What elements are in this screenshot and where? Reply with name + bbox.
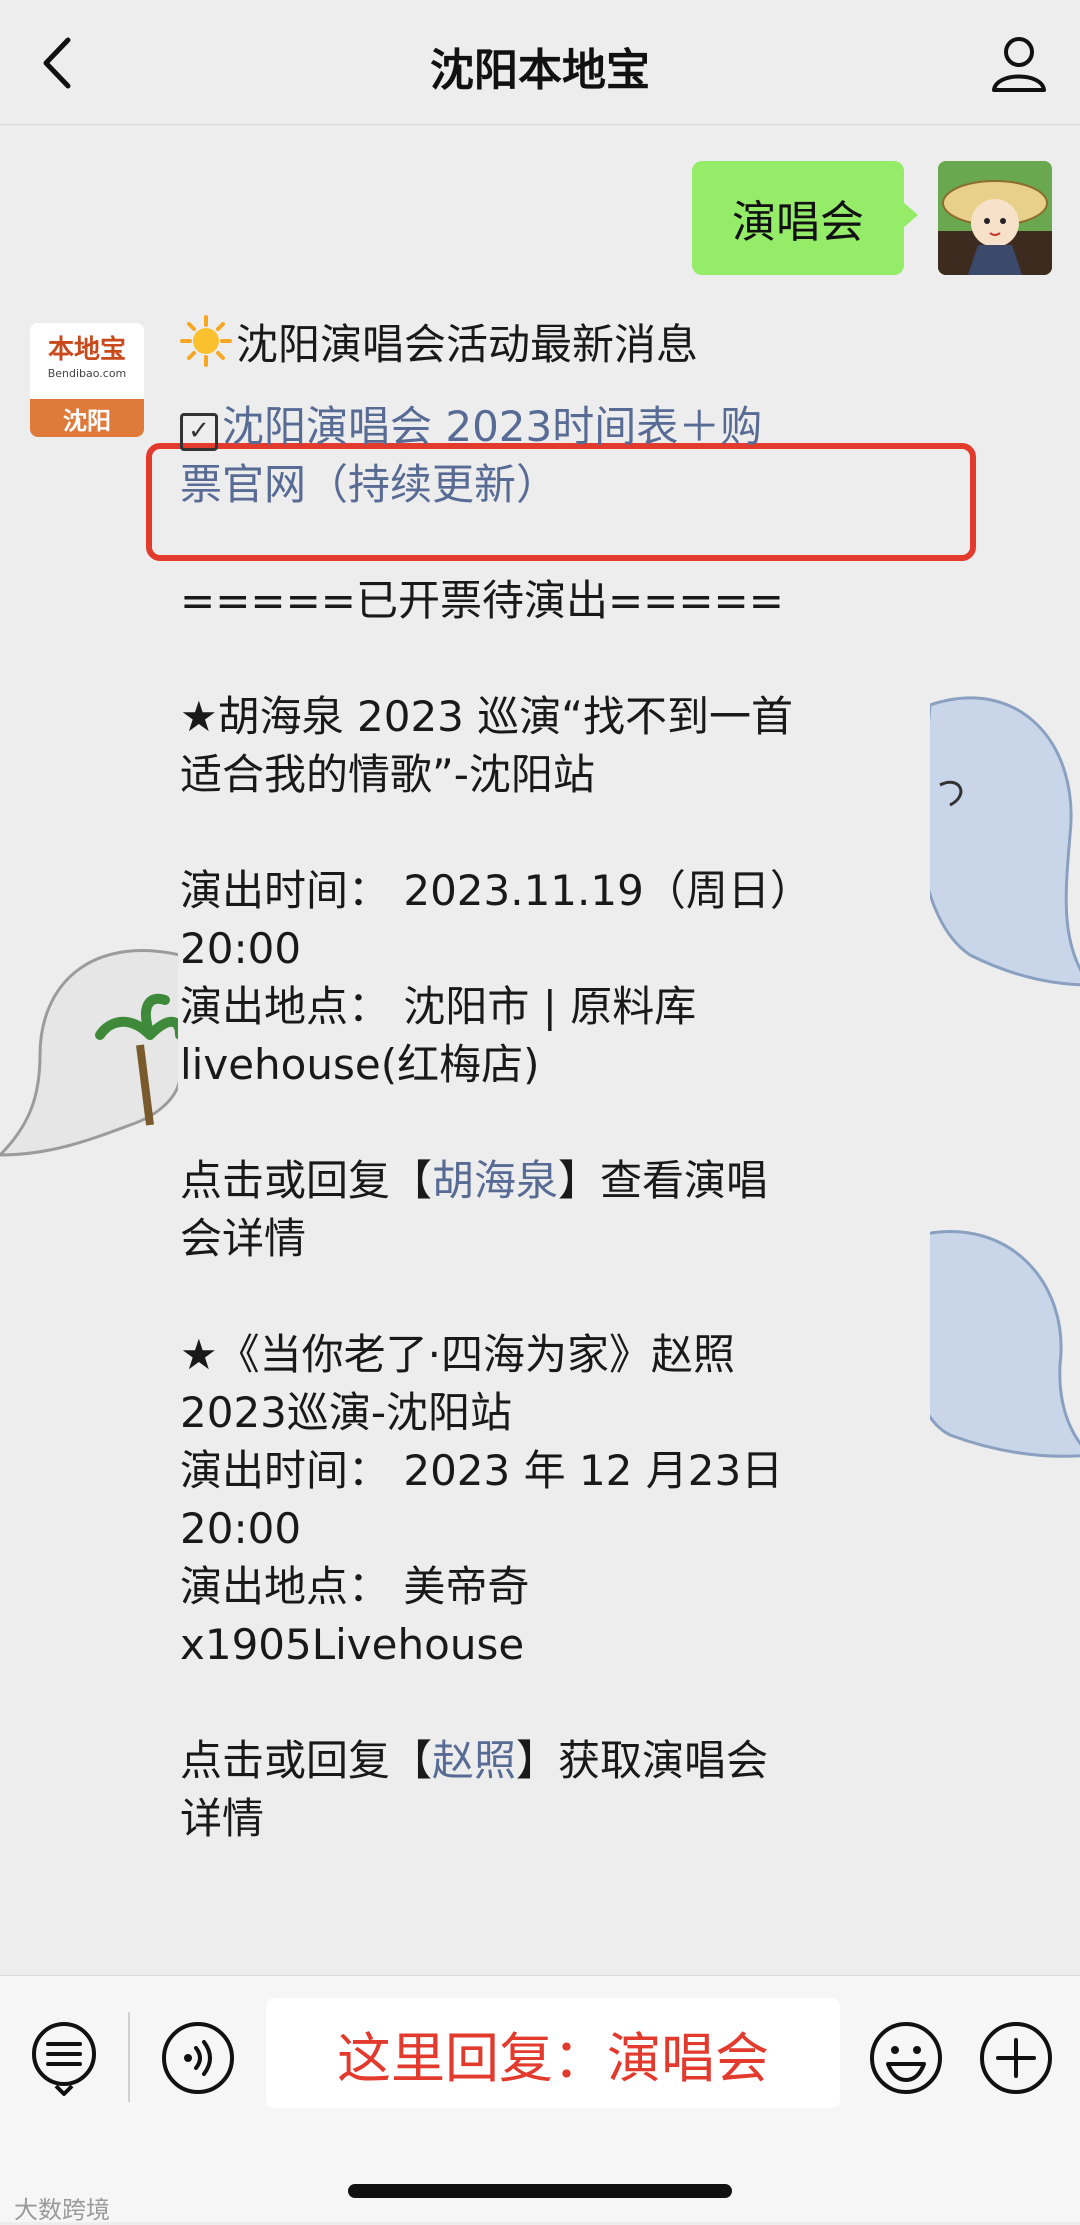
menu-list-icon (32, 2022, 96, 2096)
event2-title-line2: 2023巡演-沈阳站 (180, 1388, 513, 1437)
whale-palm-decoration-left-icon (0, 949, 180, 1157)
sun-emoji-icon (180, 315, 232, 367)
event1-title-line1: ★胡海泉 2023 巡演“找不到一首 (180, 692, 793, 741)
voice-icon (162, 2022, 234, 2094)
schedule-link-line1[interactable]: 沈阳演唱会 2023时间表＋购 (222, 402, 762, 451)
event2-reply-hint: 点击或回复【赵照】获取演唱会 (180, 1732, 930, 1790)
event2-venue: 演出地点： 美帝奇 (180, 1562, 530, 1611)
bot-message-text: 沈阳演唱会活动最新消息 ✓ 沈阳演唱会 2023时间表＋购 票官网（持续更新） =… (180, 315, 930, 1848)
section-divider: =====已开票待演出===== (180, 576, 784, 625)
logo-subtext: Bendibao.com (47, 367, 127, 380)
event1-time-hour: 20:00 (180, 924, 302, 973)
event1-reply-hint: 点击或回复【胡海泉】查看演唱 (180, 1152, 930, 1210)
logo-city: 沈阳 (30, 399, 144, 437)
smiley-icon (870, 2022, 942, 2094)
menu-toggle-button[interactable] (26, 2020, 102, 2096)
reply-hint-prefix: 点击或回复【 (180, 1736, 433, 1785)
emoji-button[interactable] (868, 2020, 944, 2096)
event1-venue-detail: livehouse(红梅店) (180, 1040, 540, 1089)
my-message-bubble[interactable]: 演唱会 (692, 161, 918, 275)
reply-hint-suffix: 】查看演唱 (558, 1156, 769, 1205)
profile-button[interactable] (986, 30, 1052, 96)
event2-reply-hint-end: 详情 (180, 1794, 265, 1843)
voice-input-button[interactable] (160, 2020, 236, 2096)
event2-title-line1: ★《当你老了·四海为家》赵照 (180, 1330, 736, 1379)
headline-text: 沈阳演唱会活动最新消息 (236, 320, 699, 369)
event1-time: 演出时间： 2023.11.19（周日） (180, 866, 812, 915)
bendibao-logo: 本地宝 Bendibao.com (30, 323, 144, 397)
checkbox-icon: ✓ (180, 413, 218, 451)
plus-icon (980, 2022, 1052, 2094)
bot-avatar[interactable]: 本地宝 Bendibao.com 沈阳 (30, 323, 144, 437)
event2-time: 演出时间： 2023 年 12 月23日 (180, 1446, 784, 1495)
person-icon (992, 37, 1046, 92)
schedule-link[interactable]: ✓ 沈阳演唱会 2023时间表＋购 (180, 398, 930, 456)
top-bar: 沈阳本地宝 (0, 0, 1080, 125)
event2-venue-detail: x1905Livehouse (180, 1620, 525, 1669)
chat-area[interactable]: 演唱会 本地宝 Bendibao.com 沈阳 沈阳演唱会活动最新消息 ✓ 沈阳… (0, 125, 1080, 1975)
event2-time-hour: 20:00 (180, 1504, 302, 1553)
reply-hint-suffix: 】获取演唱会 (516, 1736, 769, 1785)
page-title: 沈阳本地宝 (430, 45, 650, 96)
cartoon-avatar-icon (938, 161, 1052, 275)
keyword-link-zhao-zhao[interactable]: 赵照 (432, 1736, 516, 1785)
event1-title-line2: 适合我的情歌”-沈阳站 (180, 750, 595, 799)
reply-input[interactable]: 这里回复：演唱会 (266, 1998, 840, 2108)
logo-text: 本地宝 (47, 335, 126, 365)
event1-venue: 演出地点： 沈阳市 | 原料库 (180, 982, 697, 1031)
event1-reply-hint-end: 会详情 (180, 1214, 307, 1263)
my-avatar[interactable] (938, 161, 1052, 275)
keyword-link-hu-haiquan[interactable]: 胡海泉 (432, 1156, 558, 1205)
home-indicator[interactable] (348, 2184, 732, 2198)
divider (128, 2012, 130, 2102)
watermark-text: 大数跨境 (14, 2196, 110, 2224)
schedule-link-line2[interactable]: 票官网（持续更新） (180, 456, 930, 514)
add-more-button[interactable] (978, 2020, 1054, 2096)
reply-hint-prefix: 点击或回复【 (180, 1156, 433, 1205)
line-headline: 沈阳演唱会活动最新消息 (180, 315, 930, 374)
